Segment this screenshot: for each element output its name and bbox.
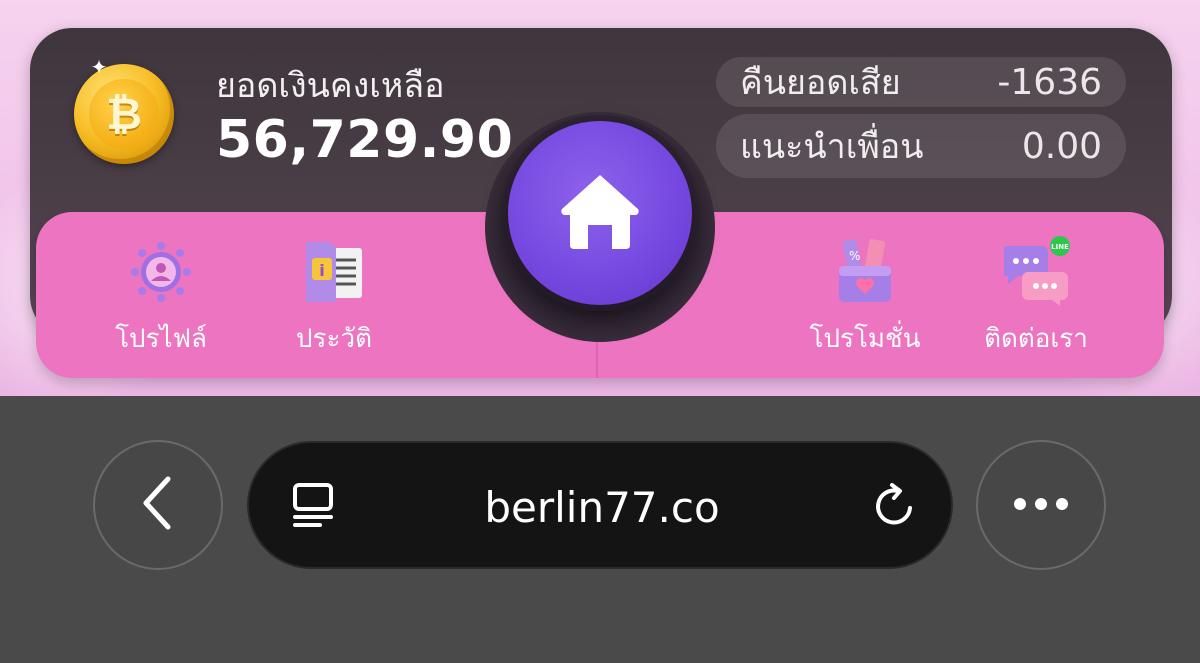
nav-item-history[interactable]: i ประวัติ <box>264 236 404 359</box>
referral-value: 0.00 <box>1021 125 1102 167</box>
nav-item-promotion[interactable]: % โปรโมชั่น <box>795 236 935 359</box>
nav-label-contact: ติดต่อเรา <box>984 324 1088 354</box>
reader-mode-icon[interactable] <box>290 482 336 528</box>
contact-chat-icon: LINE <box>1000 236 1072 308</box>
nav-item-contact[interactable]: LINE ติดต่อเรา <box>966 236 1106 359</box>
coin-symbol: ₿ <box>89 79 159 149</box>
back-button[interactable] <box>93 440 223 570</box>
cashback-value: -1636 <box>997 61 1102 103</box>
bitcoin-coin-icon: ₿ <box>74 64 174 164</box>
nav-label-profile: โปรไฟล์ <box>115 324 207 354</box>
url-text[interactable]: berlin77.co <box>249 443 955 571</box>
reload-icon[interactable] <box>870 482 918 530</box>
more-button[interactable] <box>976 440 1106 570</box>
sparkle-icon: ✦ <box>90 55 108 79</box>
svg-text:LINE: LINE <box>1051 243 1069 251</box>
profile-icon <box>125 236 197 308</box>
nav-item-profile[interactable]: โปรไฟล์ <box>91 236 231 359</box>
referral-label: แนะนำเพื่อน <box>740 127 924 167</box>
nav-label-history: ประวัติ <box>296 324 372 354</box>
referral-stat[interactable]: แนะนำเพื่อน 0.00 <box>716 114 1126 178</box>
address-bar[interactable]: berlin77.co <box>247 441 953 569</box>
balance-label: ยอดเงินคงเหลือ <box>216 66 445 106</box>
svg-text:%: % <box>849 249 860 263</box>
promotion-gift-icon: % <box>829 236 901 308</box>
more-dots-icon <box>1013 496 1069 515</box>
home-icon <box>558 169 642 257</box>
history-document-icon: i <box>298 236 370 308</box>
chevron-left-icon <box>138 475 178 535</box>
cashback-label: คืนยอดเสีย <box>740 63 901 103</box>
nav-label-promotion: โปรโมชั่น <box>809 324 921 354</box>
cashback-stat[interactable]: คืนยอดเสีย -1636 <box>716 57 1126 107</box>
svg-text:i: i <box>319 261 324 280</box>
home-button[interactable] <box>508 121 692 305</box>
balance-value: 56,729.90 <box>216 110 514 170</box>
